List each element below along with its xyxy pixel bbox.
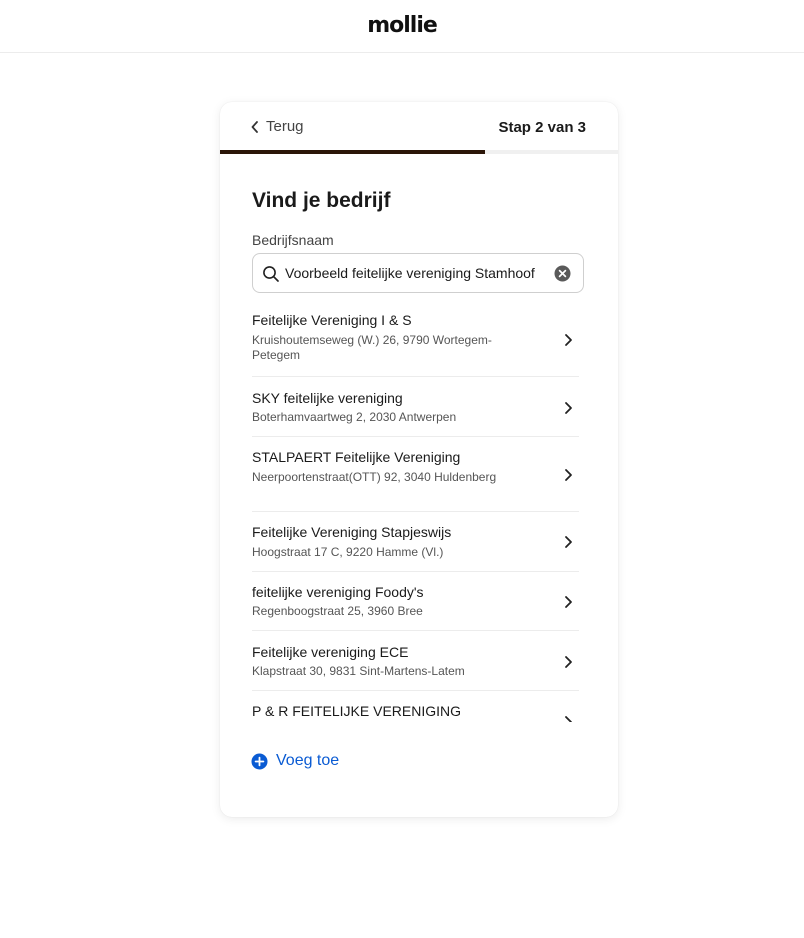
search-icon: [263, 266, 279, 282]
add-company-button[interactable]: Voeg toe: [251, 752, 339, 770]
company-name: STALPAERT Feitelijke Vereniging: [252, 449, 461, 465]
top-bar: mollie: [0, 0, 804, 53]
back-button[interactable]: Terug: [250, 118, 304, 135]
company-name: Feitelijke vereniging ECE: [252, 644, 409, 660]
list-item[interactable]: SKY feitelijke vereniging Boterhamvaartw…: [252, 377, 579, 437]
clear-icon[interactable]: [554, 265, 571, 282]
results-list: Feitelijke Vereniging I & S Kruishoutems…: [252, 302, 579, 722]
chevron-right-icon: [565, 334, 572, 346]
company-name: Feitelijke Vereniging I & S: [252, 312, 412, 328]
chevron-right-icon: [565, 716, 572, 722]
chevron-right-icon: [565, 596, 572, 608]
company-address: Klapstraat 30, 9831 Sint-Martens-Latem: [252, 664, 465, 678]
chevron-right-icon: [565, 469, 572, 481]
step-indicator: Stap 2 van 3: [498, 119, 586, 136]
chevron-left-icon: [251, 120, 258, 133]
back-label: Terug: [266, 118, 304, 135]
chevron-right-icon: [565, 402, 572, 414]
company-search-field[interactable]: [252, 253, 584, 293]
company-address: Regenboogstraat 25, 3960 Bree: [252, 604, 423, 618]
company-name: Feitelijke Vereniging Stapjeswijs: [252, 524, 452, 540]
chevron-right-icon: [565, 536, 572, 548]
company-address: Boterhamvaartweg 2, 2030 Antwerpen: [252, 410, 457, 424]
onboarding-card: Terug Stap 2 van 3 Vind je bedrijf Bedri…: [220, 102, 618, 817]
list-item[interactable]: Feitelijke Vereniging I & S Kruishoutems…: [252, 302, 579, 377]
company-name: SKY feitelijke vereniging: [252, 390, 403, 406]
company-address: Hoogstraat 17 C, 9220 Hamme (Vl.): [252, 545, 444, 559]
list-item[interactable]: Feitelijke Vereniging Stapjeswijs Hoogst…: [252, 512, 579, 572]
list-item[interactable]: feitelijke vereniging Foody's Regenboogs…: [252, 572, 579, 631]
list-item[interactable]: STALPAERT Feitelijke Vereniging Neerpoor…: [252, 437, 579, 512]
company-name: feitelijke vereniging Foody's: [252, 584, 424, 600]
company-name: P & R FEITELIJKE VERENIGING: [252, 703, 462, 719]
plus-circle-icon: [251, 753, 268, 769]
company-address: Kruishoutemseweg (W.) 26, 9790 Wortegem-…: [252, 333, 492, 362]
chevron-right-icon: [565, 656, 572, 668]
card-header: Terug Stap 2 van 3: [220, 102, 618, 150]
progress-fill: [220, 150, 486, 154]
company-address: Neerpoortenstraat(OTT) 92, 3040 Huldenbe…: [252, 470, 497, 484]
list-item[interactable]: Feitelijke vereniging ECE Klapstraat 30,…: [252, 631, 579, 691]
add-company-label: Voeg toe: [276, 752, 340, 769]
progress-track: [220, 150, 618, 154]
company-name-label: Bedrijfsnaam: [252, 232, 334, 248]
list-item[interactable]: P & R FEITELIJKE VERENIGING: [252, 691, 579, 722]
company-search-input[interactable]: [285, 254, 553, 292]
page-title: Vind je bedrijf: [252, 189, 391, 212]
mollie-logo[interactable]: mollie: [367, 13, 438, 38]
